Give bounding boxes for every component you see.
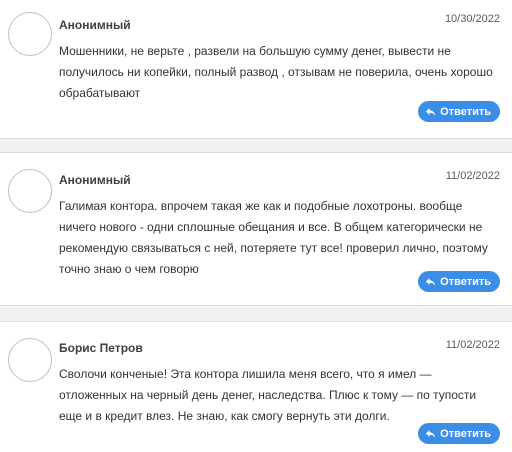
comment-item: Борис Петров 11/02/2022 Сволочи конченые… (0, 322, 512, 452)
avatar (8, 12, 52, 56)
comment-text: Сволочи конченые! Эта контора лишила мен… (59, 367, 477, 423)
comment-item: Анонимный 11/02/2022 Галимая контора. вп… (0, 153, 512, 305)
comment-author: Анонимный (59, 18, 131, 32)
comment-author: Анонимный (59, 173, 131, 187)
comment-date: 11/02/2022 (445, 339, 500, 351)
reply-button[interactable]: Ответить (418, 423, 500, 444)
reply-button[interactable]: Ответить (418, 271, 500, 292)
comment-item: Анонимный 10/30/2022 Мошенники, не верьт… (0, 0, 512, 138)
comment-author: Борис Петров (59, 341, 143, 355)
comment-date: 11/02/2022 (445, 170, 500, 182)
avatar (8, 169, 52, 213)
comments-feed: Анонимный 10/30/2022 Мошенники, не верьт… (0, 0, 512, 452)
comment-date: 10/30/2022 (444, 13, 500, 25)
comment-separator (0, 138, 512, 153)
reply-button[interactable]: Ответить (418, 101, 500, 122)
reply-label: Ответить (440, 275, 491, 288)
avatar (8, 338, 52, 382)
reply-icon (425, 277, 436, 287)
reply-label: Ответить (440, 427, 491, 440)
comment-separator (0, 305, 512, 322)
reply-icon (425, 107, 436, 117)
reply-icon (425, 429, 436, 439)
reply-label: Ответить (440, 105, 491, 118)
comment-text: Мошенники, не верьте , развели на большу… (59, 44, 493, 100)
comment-text: Галимая контора. впрочем такая же как и … (59, 199, 488, 276)
